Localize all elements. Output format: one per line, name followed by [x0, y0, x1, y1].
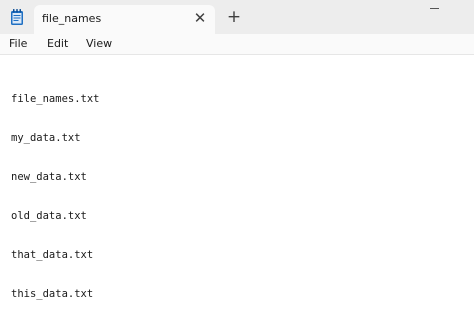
text-line: that_data.txt — [11, 249, 94, 261]
notepad-window: file_names ✕ + File Edit View file_names… — [0, 0, 474, 314]
menu-file[interactable]: File — [7, 36, 29, 51]
menu-view[interactable]: View — [84, 36, 114, 51]
tab-title: file_names — [42, 12, 102, 25]
text-editor[interactable]: file_names.txt my_data.txt new_data.txt … — [0, 55, 474, 314]
minimize-icon[interactable] — [423, 0, 447, 18]
text-line: this_data.txt — [11, 288, 94, 300]
plus-icon[interactable]: + — [224, 7, 244, 27]
text-line: file_names.txt — [11, 93, 100, 105]
tab-file-names[interactable]: file_names ✕ — [34, 5, 215, 34]
menu-edit[interactable]: Edit — [45, 36, 70, 51]
text-line: old_data.txt — [11, 210, 87, 222]
notepad-icon — [10, 9, 24, 26]
text-line: my_data.txt — [11, 132, 81, 144]
editor-content: file_names.txt my_data.txt new_data.txt … — [11, 67, 100, 314]
title-bar[interactable]: file_names ✕ + — [0, 0, 474, 34]
close-icon[interactable]: ✕ — [190, 8, 210, 28]
menu-bar: File Edit View — [0, 34, 474, 54]
text-line: new_data.txt — [11, 171, 87, 183]
